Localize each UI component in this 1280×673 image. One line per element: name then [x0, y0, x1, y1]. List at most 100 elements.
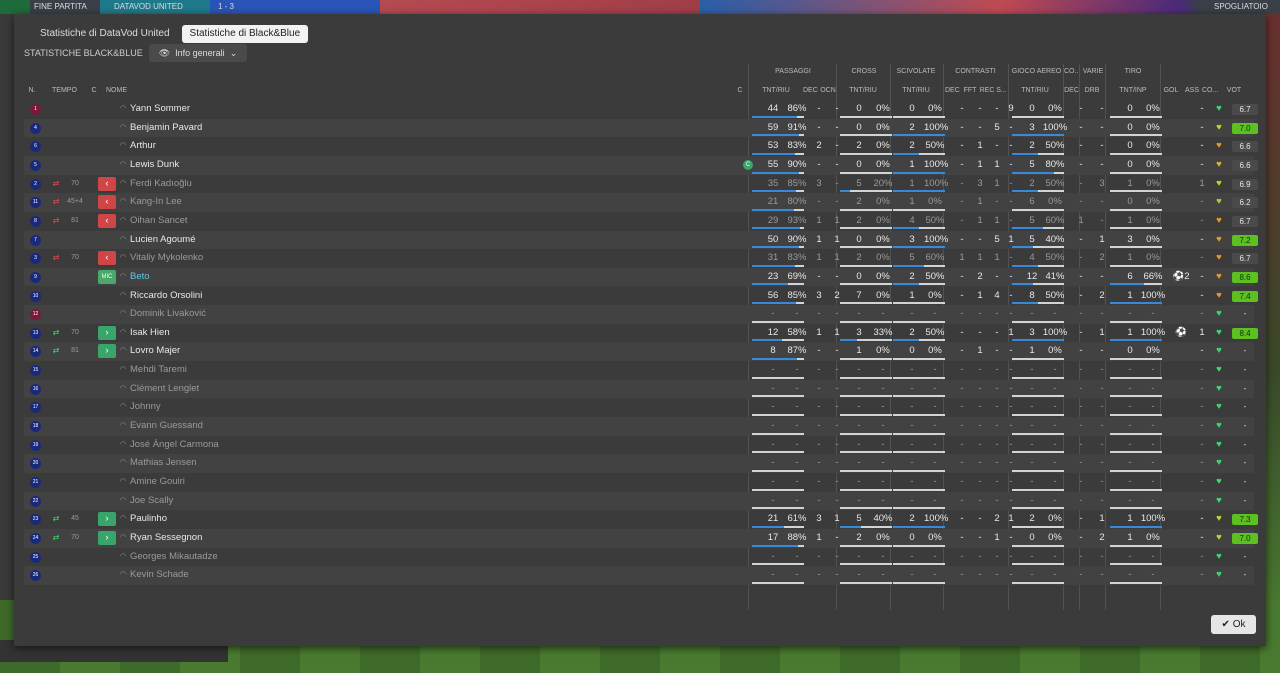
player-profile-icon[interactable]: ◠	[118, 492, 128, 511]
table-row[interactable]: 5 ◠ Lewis Dunk C 55 90% - -0 0% 1 100% -1 1-5 80% - -0 0…	[24, 155, 1258, 175]
player-profile-icon[interactable]: ◠	[118, 473, 128, 492]
table-row[interactable]: 24 ⇄ 70 › ◠ Ryan Sessegnon 17 88% 1-2 0% 0 0% - -1-0 0…	[24, 528, 1258, 548]
table-row[interactable]: 17 ◠ Johnny - - - - - - - - - - - - - - - - - - - ♥ -	[24, 398, 1254, 417]
player-profile-icon[interactable]: ◠	[118, 436, 128, 455]
player-profile-icon[interactable]: ◠	[118, 398, 128, 417]
player-name[interactable]: Amine Gouiri	[130, 473, 185, 492]
table-row[interactable]: 11 ⇄ 45+4 ‹ ◠ Kang-In Lee 21 80% - -2 0% 1 0% -1- -6 0%…	[24, 193, 1258, 212]
view-dropdown[interactable]: 👁 Info generali ⌄	[148, 44, 248, 62]
table-row[interactable]: 12 ◠ Dominik Livaković - - - - - - - - - - - - - - - - - - - ♥…	[24, 305, 1254, 324]
column-header-con_fft[interactable]: FFT	[963, 87, 977, 94]
dressing-room-link[interactable]: SPOGLIATOIO	[1214, 2, 1268, 11]
player-profile-icon[interactable]: ◠	[118, 156, 128, 175]
player-name[interactable]: Oihan Sancet	[130, 212, 188, 231]
table-row[interactable]: 1 ◠ Yann Sommer 44 86% - -0 0% 0 0% - - -9 0 0% - -0 0% - ♥…	[24, 100, 1258, 119]
table-row[interactable]: 16 ◠ Clément Lenglet - - - - - - - - - - - - - - - - - - - ♥ -	[24, 379, 1254, 399]
player-profile-icon[interactable]: ◠	[118, 324, 128, 343]
chevron-right-icon[interactable]: ›	[98, 530, 116, 545]
player-name[interactable]: Beto	[130, 268, 150, 287]
table-row[interactable]: 19 ◠ José Ángel Carmona - - - - - - - - - - - - - - - - - - -…	[24, 436, 1254, 455]
chevron-right-icon[interactable]: ›	[98, 325, 116, 340]
table-row[interactable]: 22 ◠ Joe Scally - - - - - - - - - - - - - - - - - - - ♥ -	[24, 491, 1254, 511]
player-profile-icon[interactable]: ◠	[118, 268, 128, 287]
player-profile-icon[interactable]: ◠	[118, 548, 128, 567]
player-profile-icon[interactable]: ◠	[118, 510, 128, 529]
player-name[interactable]: Evann Guessand	[130, 417, 203, 436]
player-name[interactable]: Lucien Agoumé	[130, 231, 196, 250]
player-name[interactable]: Paulinho	[130, 510, 167, 529]
player-profile-icon[interactable]: ◠	[118, 231, 128, 250]
column-header-tempo[interactable]: TEMPO	[52, 87, 77, 94]
player-name[interactable]: Benjamin Pavard	[130, 119, 202, 138]
player-profile-icon[interactable]: ◠	[118, 361, 128, 380]
table-row[interactable]: 10 ◠ Riccardo Orsolini 56 85% 3 2 7 0% 1 0% -1 4-8 50…	[24, 287, 1258, 306]
player-profile-icon[interactable]: ◠	[118, 454, 128, 473]
player-name[interactable]: Riccardo Orsolini	[130, 287, 202, 306]
column-header-c[interactable]: C	[90, 87, 98, 94]
player-profile-icon[interactable]: ◠	[118, 193, 128, 212]
column-header-cross[interactable]: TNT/RIU	[840, 87, 886, 94]
player-name[interactable]: Isak Hien	[130, 324, 170, 343]
player-profile-icon[interactable]: ◠	[118, 175, 128, 194]
table-row[interactable]: 7 ◠ Lucien Agoumé 50 90% 1 1 0 0% 3 100% - -5 1 5 40% -1…	[24, 230, 1258, 250]
player-name[interactable]: Arthur	[130, 137, 156, 156]
column-header-aereo[interactable]: TNT/RIU	[1012, 87, 1058, 94]
player-name[interactable]: Mathias Jensen	[130, 454, 197, 473]
player-name[interactable]: Yann Sommer	[130, 100, 190, 119]
player-profile-icon[interactable]: ◠	[118, 529, 128, 548]
column-header-gol[interactable]: GOL	[1162, 87, 1180, 94]
column-header-c2[interactable]: C	[736, 87, 744, 94]
table-row[interactable]: 6 ◠ Arthur 53 83% 2-2 0% 2 50% -1- -2 50% - -0 0% - ♥ 6.6	[24, 137, 1258, 156]
player-profile-icon[interactable]: ◠	[118, 100, 128, 119]
player-profile-icon[interactable]: ◠	[118, 417, 128, 436]
column-header-vot[interactable]: VOT	[1224, 87, 1244, 94]
column-header-n[interactable]: N.	[26, 87, 38, 94]
table-row[interactable]: 14 ⇄ 81 › ◠ Lovro Majer 8 87% - -1 0% 0 0% -1- -1 0% - -0…	[24, 342, 1254, 362]
player-name[interactable]: Johnny	[130, 398, 161, 417]
player-name[interactable]: Kang-In Lee	[130, 193, 182, 212]
player-name[interactable]: Dominik Livaković	[130, 305, 206, 324]
player-name[interactable]: Joe Scally	[130, 492, 173, 511]
tab-away-stats[interactable]: Statistiche di Black&Blue	[181, 25, 309, 43]
column-header-con_rec[interactable]: REC	[979, 87, 995, 94]
table-row[interactable]: 2 ⇄ 70 ‹ ◠ Ferdi Kadıoğlu 35 85% 3-5 20% 1 100% -3 1-…	[24, 175, 1258, 194]
chevron-left-icon[interactable]: ‹	[98, 195, 116, 210]
player-name[interactable]: Ferdi Kadıoğlu	[130, 175, 192, 194]
player-profile-icon[interactable]: ◠	[118, 342, 128, 361]
player-profile-icon[interactable]: ◠	[118, 137, 128, 156]
player-profile-icon[interactable]: ◠	[118, 249, 128, 268]
chevron-left-icon[interactable]: ‹	[98, 251, 116, 266]
table-row[interactable]: 9 MIC ◠ Beto 23 69% - -0 0% 2 50% -2- -12 41% - -6 66% ⚽2…	[24, 267, 1258, 287]
player-name[interactable]: Ryan Sessegnon	[130, 529, 202, 548]
player-profile-icon[interactable]: ◠	[118, 380, 128, 399]
chevron-left-icon[interactable]: ‹	[98, 176, 116, 191]
table-row[interactable]: 15 ◠ Mehdi Taremi - - - - - - - - - - - - - - - - - - - ♥ -	[24, 361, 1254, 380]
player-profile-icon[interactable]: ◠	[118, 212, 128, 231]
player-name[interactable]: Lovro Majer	[130, 342, 180, 361]
player-name[interactable]: José Ángel Carmona	[130, 436, 219, 455]
table-row[interactable]: 3 ⇄ 70 ‹ ◠ Vitaliy Mykolenko 31 83% 1 1 2 0% 5 60% 1 1 1…	[24, 249, 1258, 268]
player-profile-icon[interactable]: ◠	[118, 566, 128, 585]
column-header-ass[interactable]: ASS	[1184, 87, 1200, 94]
column-header-con_dec[interactable]: DEC	[945, 87, 960, 94]
player-name[interactable]: Kevin Schade	[130, 566, 189, 585]
table-row[interactable]: 25 ◠ Georges Mikautadze - - - - - - - - - - - - - - - - - - -…	[24, 548, 1254, 567]
table-row[interactable]: 4 ◠ Benjamin Pavard 59 91% - -0 0% 2 100% - -5-3 100…	[24, 118, 1258, 138]
column-header-nome[interactable]: NOME	[106, 87, 136, 94]
column-header-sciv[interactable]: TNT/RIU	[893, 87, 939, 94]
column-header-con_s[interactable]: S...	[996, 87, 1007, 94]
player-profile-icon[interactable]: ◠	[118, 287, 128, 306]
player-name[interactable]: Vitaliy Mykolenko	[130, 249, 203, 268]
tab-home-stats[interactable]: Statistiche di DataVod United	[32, 25, 178, 43]
table-row[interactable]: 8 ⇄ 81 ‹ ◠ Oihan Sancet 29 93% 1 1 2 0% 4 50% -1 1-5 60%…	[24, 212, 1258, 231]
chevron-right-icon[interactable]: ›	[98, 344, 116, 359]
player-name[interactable]: Mehdi Taremi	[130, 361, 187, 380]
table-row[interactable]: 21 ◠ Amine Gouiri - - - - - - - - - - - - - - - - - - - ♥ -	[24, 473, 1254, 492]
chevron-left-icon[interactable]: ‹	[98, 213, 116, 228]
player-name[interactable]: Georges Mikautadze	[130, 548, 218, 567]
column-header-co_dec[interactable]: DEC	[1064, 87, 1079, 94]
table-row[interactable]: 18 ◠ Evann Guessand - - - - - - - - - - - - - - - - - - - ♥ -	[24, 417, 1254, 436]
table-row[interactable]: 23 ⇄ 45 › ◠ Paulinho 21 61% 3 1 5 40% 2 100% - -2 1 2 0% -1…	[24, 510, 1258, 529]
table-row[interactable]: 13 ⇄ 70 › ◠ Isak Hien 12 58% 1 1 3 33% 2 50% - - -1 3 100%…	[24, 324, 1258, 343]
table-row[interactable]: 26 ◠ Kevin Schade - - - - - - - - - - - - - - - - - - - ♥ -	[24, 566, 1254, 585]
